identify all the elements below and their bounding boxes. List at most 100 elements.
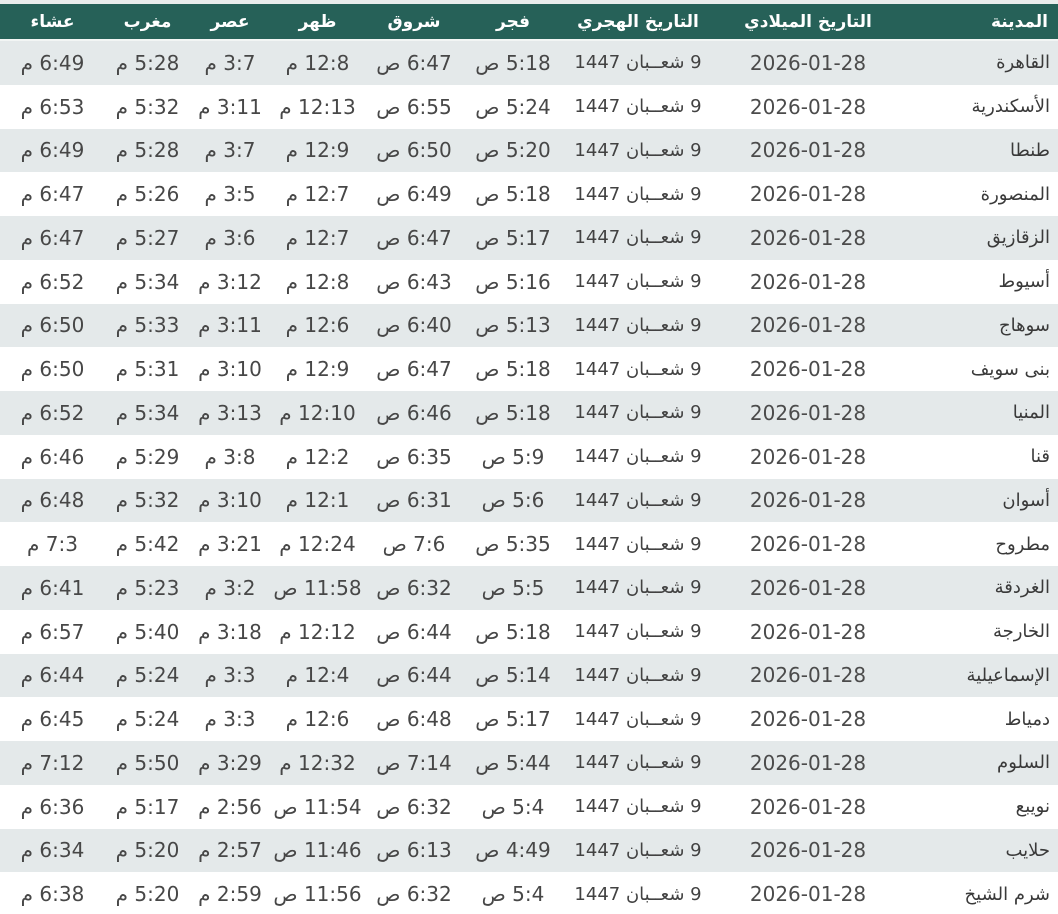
cell-dhuhr: 12:2 م [270, 434, 365, 479]
cell-asr: 2:56 م [190, 784, 270, 829]
cell-fajr: 4:49 ص [463, 828, 563, 873]
cell-maghrib: 5:42 م [105, 522, 190, 566]
cell-dhuhr: 12:6 م [270, 697, 365, 741]
cell-hijri: 9 شعــبان 1447 [563, 478, 713, 523]
cell-dhuhr: 11:46 ص [270, 828, 365, 873]
cell-shuruq: 6:31 ص [365, 478, 463, 523]
cell-maghrib: 5:24 م [105, 653, 190, 698]
cell-shuruq: 6:32 ص [365, 872, 463, 914]
cell-hijri: 9 شعــبان 1447 [563, 609, 713, 654]
cell-shuruq: 7:14 ص [365, 741, 463, 785]
cell-city: الأسكندرية [903, 84, 1058, 129]
cell-maghrib: 5:28 م [105, 40, 190, 85]
cell-shuruq: 6:43 ص [365, 259, 463, 304]
cell-dhuhr: 12:10 م [270, 391, 365, 435]
cell-hijri: 9 شعــبان 1447 [563, 784, 713, 829]
cell-gregorian: 2026-01-28 [713, 434, 903, 479]
cell-city: أسيوط [903, 259, 1058, 304]
cell-asr: 3:8 م [190, 434, 270, 479]
table-row: مطروح 2026-01-28 9 شعــبان 1447 5:35 ص 7:6 ص… [0, 522, 1058, 566]
cell-city: القاهرة [903, 40, 1058, 85]
cell-city: دمياط [903, 697, 1058, 741]
cell-city: الخارجة [903, 609, 1058, 654]
table-row: أسيوط 2026-01-28 9 شعــبان 1447 5:16 ص 6:43 … [0, 259, 1058, 304]
cell-shuruq: 6:40 ص [365, 303, 463, 348]
cell-isha: 6:44 م [0, 653, 105, 698]
cell-hijri: 9 شعــبان 1447 [563, 172, 713, 216]
cell-hijri: 9 شعــبان 1447 [563, 84, 713, 129]
cell-fajr: 5:17 ص [463, 697, 563, 741]
cell-gregorian: 2026-01-28 [713, 347, 903, 391]
cell-asr: 3:12 م [190, 259, 270, 304]
cell-gregorian: 2026-01-28 [713, 653, 903, 698]
cell-maghrib: 5:24 م [105, 697, 190, 741]
cell-hijri: 9 شعــبان 1447 [563, 828, 713, 873]
cell-maghrib: 5:27 م [105, 216, 190, 260]
cell-hijri: 9 شعــبان 1447 [563, 128, 713, 173]
cell-city: نويبع [903, 784, 1058, 829]
table-row: الخارجة 2026-01-28 9 شعــبان 1447 5:18 ص 6:4… [0, 609, 1058, 654]
cell-city: طنطا [903, 128, 1058, 173]
cell-asr: 3:3 م [190, 653, 270, 698]
cell-maghrib: 5:34 م [105, 391, 190, 435]
cell-isha: 6:38 م [0, 872, 105, 914]
cell-fajr: 5:14 ص [463, 653, 563, 698]
cell-fajr: 5:13 ص [463, 303, 563, 348]
cell-isha: 6:34 م [0, 828, 105, 873]
cell-isha: 6:49 م [0, 128, 105, 173]
cell-gregorian: 2026-01-28 [713, 697, 903, 741]
cell-hijri: 9 شعــبان 1447 [563, 653, 713, 698]
cell-hijri: 9 شعــبان 1447 [563, 741, 713, 785]
cell-dhuhr: 12:12 م [270, 609, 365, 654]
table-row: شرم الشيخ 2026-01-28 9 شعــبان 1447 5:4 ص 6:… [0, 872, 1058, 914]
cell-asr: 3:29 م [190, 741, 270, 785]
table-body: القاهرة 2026-01-28 9 شعــبان 1447 5:18 ص 6:4… [0, 40, 1058, 914]
cell-gregorian: 2026-01-28 [713, 478, 903, 523]
cell-asr: 3:5 م [190, 172, 270, 216]
cell-isha: 6:47 م [0, 216, 105, 260]
table-row: القاهرة 2026-01-28 9 شعــبان 1447 5:18 ص 6:4… [0, 40, 1058, 85]
cell-asr: 3:10 م [190, 347, 270, 391]
table-row: السلوم 2026-01-28 9 شعــبان 1447 5:44 ص 7:14… [0, 741, 1058, 785]
cell-dhuhr: 12:8 م [270, 40, 365, 85]
cell-city: حلايب [903, 828, 1058, 873]
cell-dhuhr: 12:8 م [270, 259, 365, 304]
cell-asr: 3:10 م [190, 478, 270, 523]
table-row: الأسكندرية 2026-01-28 9 شعــبان 1447 5:24 ص… [0, 84, 1058, 129]
cell-isha: 6:49 م [0, 40, 105, 85]
cell-shuruq: 6:47 ص [365, 216, 463, 260]
column-header-gregorian: التاريخ الميلادي [713, 4, 903, 41]
cell-asr: 3:7 م [190, 40, 270, 85]
cell-gregorian: 2026-01-28 [713, 40, 903, 85]
cell-hijri: 9 شعــبان 1447 [563, 40, 713, 85]
cell-shuruq: 7:6 ص [365, 522, 463, 566]
cell-asr: 3:6 م [190, 216, 270, 260]
cell-isha: 6:48 م [0, 478, 105, 523]
cell-city: المنصورة [903, 172, 1058, 216]
cell-asr: 3:18 م [190, 609, 270, 654]
cell-hijri: 9 شعــبان 1447 [563, 872, 713, 914]
table-row: الزقازيق 2026-01-28 9 شعــبان 1447 5:17 ص 6:… [0, 216, 1058, 260]
cell-shuruq: 6:32 ص [365, 784, 463, 829]
cell-gregorian: 2026-01-28 [713, 741, 903, 785]
cell-city: شرم الشيخ [903, 872, 1058, 914]
cell-fajr: 5:18 ص [463, 347, 563, 391]
cell-asr: 3:11 م [190, 303, 270, 348]
table-row: حلايب 2026-01-28 9 شعــبان 1447 4:49 ص 6:13 … [0, 828, 1058, 873]
column-header-fajr: فجر [463, 4, 563, 41]
cell-gregorian: 2026-01-28 [713, 522, 903, 566]
table-row: المنصورة 2026-01-28 9 شعــبان 1447 5:18 ص 6:… [0, 172, 1058, 216]
cell-asr: 3:7 م [190, 128, 270, 173]
cell-dhuhr: 12:7 م [270, 216, 365, 260]
cell-fajr: 5:6 ص [463, 478, 563, 523]
cell-dhuhr: 12:4 م [270, 653, 365, 698]
cell-maghrib: 5:20 م [105, 828, 190, 873]
cell-maghrib: 5:40 م [105, 609, 190, 654]
cell-dhuhr: 12:13 م [270, 84, 365, 129]
cell-maghrib: 5:17 م [105, 784, 190, 829]
cell-gregorian: 2026-01-28 [713, 259, 903, 304]
cell-gregorian: 2026-01-28 [713, 872, 903, 914]
cell-gregorian: 2026-01-28 [713, 128, 903, 173]
cell-asr: 3:21 م [190, 522, 270, 566]
cell-gregorian: 2026-01-28 [713, 216, 903, 260]
